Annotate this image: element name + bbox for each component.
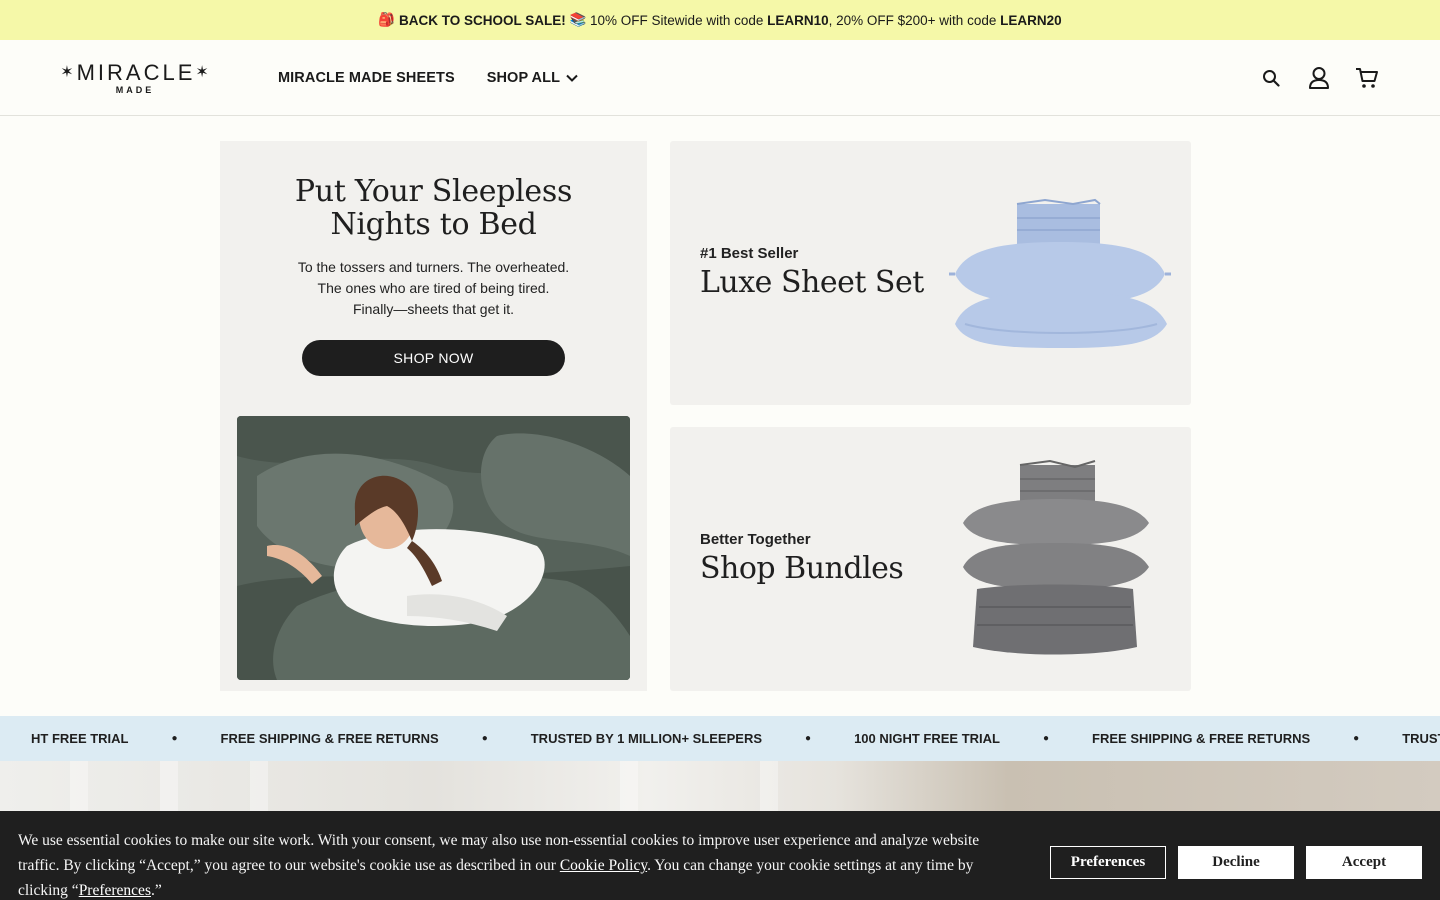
card-eyebrow: #1 Best Seller xyxy=(700,245,799,262)
benefits-ticker: HT FREE TRIAL ● FREE SHIPPING & FREE RET… xyxy=(0,716,1440,761)
promo-code-2: LEARN20 xyxy=(1000,12,1062,28)
product-card-luxe-sheet-set[interactable]: #1 Best Seller Luxe Sheet Set xyxy=(670,141,1191,405)
hero-title-line-2: Nights to Bed xyxy=(330,207,537,242)
cookie-text: .” xyxy=(150,882,162,899)
ticker-item: TRUSTED BY 1 MILLION+ SLEEPERS xyxy=(530,731,763,746)
cookie-policy-link[interactable]: Cookie Policy xyxy=(560,857,647,874)
chevron-down-icon xyxy=(566,74,578,82)
cart-icon xyxy=(1356,68,1378,88)
accept-button[interactable]: Accept xyxy=(1306,846,1422,879)
logo[interactable]: ✶MIRACLE✶ MADE xyxy=(60,60,212,100)
site-header: ✶MIRACLE✶ MADE MIRACLE MADE SHEETS SHOP … xyxy=(0,40,1440,116)
hero-title: Put Your Sleepless Nights to Bed xyxy=(220,175,647,241)
cookie-message: We use essential cookies to make our sit… xyxy=(18,828,1018,900)
account-icon xyxy=(1309,67,1329,89)
preferences-link[interactable]: Preferences xyxy=(79,882,151,899)
logo-star-right-icon: ✶ xyxy=(195,64,212,81)
decline-button[interactable]: Decline xyxy=(1178,846,1294,879)
search-icon xyxy=(1263,70,1280,87)
hero-body-line-3: Finally—sheets that get it. xyxy=(352,301,515,317)
hero-title-line-1: Put Your Sleepless xyxy=(294,174,573,209)
header-icons xyxy=(1258,62,1380,94)
ticker-item: FREE SHIPPING & FREE RETURNS xyxy=(220,731,439,746)
promo-code-1: LEARN10 xyxy=(767,12,829,28)
card-eyebrow: Better Together xyxy=(700,531,811,548)
sale-text-1: 10% OFF Sitewide with code xyxy=(586,12,768,28)
ticker-item: TRUSTED BY 1 MILLION+ SLEE xyxy=(1402,731,1440,746)
account-button[interactable] xyxy=(1306,62,1332,94)
hero-card: Put Your Sleepless Nights to Bed To the … xyxy=(220,141,647,691)
ticker-track: HT FREE TRIAL ● FREE SHIPPING & FREE RET… xyxy=(0,716,1440,761)
cookie-banner: We use essential cookies to make our sit… xyxy=(0,811,1440,900)
backpack-icon: 🎒 xyxy=(378,12,399,27)
hero-body-line-1: To the tossers and turners. The overheat… xyxy=(297,259,570,275)
card-title: Luxe Sheet Set xyxy=(700,265,924,300)
hero-body: To the tossers and turners. The overheat… xyxy=(270,257,597,320)
logo-star-left-icon: ✶ xyxy=(60,64,77,81)
nav-label: MIRACLE MADE SHEETS xyxy=(278,70,455,86)
hero-photo-woman-sleeping xyxy=(237,416,630,680)
nav-shop-all[interactable]: SHOP ALL xyxy=(487,70,578,86)
blue-sheet-set-image xyxy=(949,198,1171,348)
product-card-shop-bundles[interactable]: Better Together Shop Bundles xyxy=(670,427,1191,691)
search-button[interactable] xyxy=(1258,62,1284,94)
gray-bundle-image xyxy=(963,459,1149,655)
sale-text-2: , 20% OFF $200+ with code xyxy=(828,12,1001,28)
ticker-item: FREE SHIPPING & FREE RETURNS xyxy=(1092,731,1311,746)
sale-headline: BACK TO SCHOOL SALE! xyxy=(398,12,566,28)
hero-body-line-2: The ones who are tired of being tired. xyxy=(317,280,550,296)
books-icon: 📚 xyxy=(565,12,587,27)
nav-miracle-made-sheets[interactable]: MIRACLE MADE SHEETS xyxy=(278,70,455,86)
announcement-bar: 🎒 BACK TO SCHOOL SALE! 📚 10% OFF Sitewid… xyxy=(0,0,1440,40)
preferences-button[interactable]: Preferences xyxy=(1050,846,1166,879)
logo-word: MIRACLE xyxy=(76,60,196,85)
main-nav: MIRACLE MADE SHEETS SHOP ALL xyxy=(278,40,578,116)
card-title: Shop Bundles xyxy=(700,551,904,586)
logo-sub: MADE xyxy=(115,85,155,95)
ticker-item: HT FREE TRIAL xyxy=(31,731,129,746)
ticker-item: 100 NIGHT FREE TRIAL xyxy=(854,731,1000,746)
hero-photo-illustration xyxy=(237,416,630,680)
cart-button[interactable] xyxy=(1354,62,1380,94)
shop-now-button[interactable]: SHOP NOW xyxy=(302,340,565,376)
nav-label: SHOP ALL xyxy=(486,70,561,86)
